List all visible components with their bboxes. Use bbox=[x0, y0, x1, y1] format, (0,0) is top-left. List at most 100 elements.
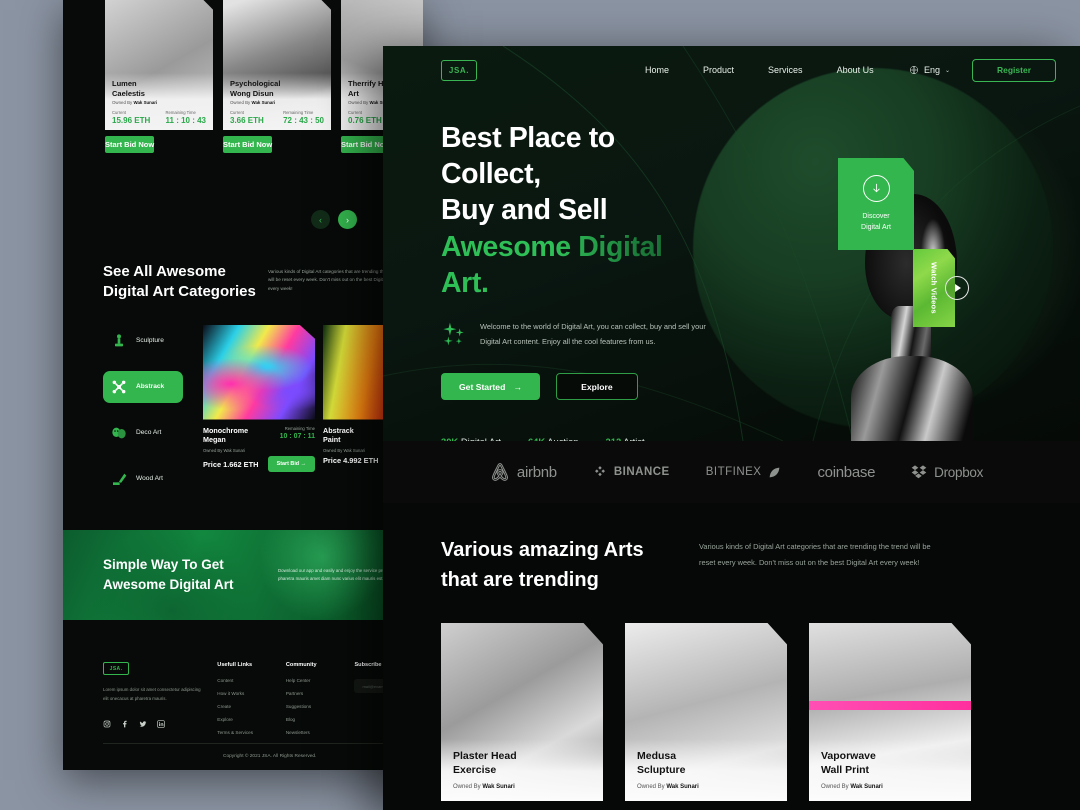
hero-title-line2: Buy and Sell bbox=[441, 194, 608, 227]
footer-link[interactable]: Suggestions bbox=[286, 704, 355, 709]
arrow-right-icon: → bbox=[513, 381, 522, 392]
twitter-icon[interactable] bbox=[139, 720, 147, 728]
category-item-abstrack[interactable]: Abstrack bbox=[103, 370, 183, 403]
facebook-icon[interactable] bbox=[121, 720, 129, 728]
category-item-wood-art[interactable]: Wood Art bbox=[103, 463, 183, 495]
auction-card-meta: Current 3.66 ETH Remaining Time 72 : 43 … bbox=[230, 110, 324, 125]
chevron-down-icon: ⌄ bbox=[944, 67, 950, 74]
art-card-row: Plaster Head Exercise Owned By Wak Sunari… bbox=[441, 623, 1080, 801]
vaporwave-band-decoration bbox=[809, 701, 971, 711]
gallery-card-image bbox=[203, 324, 315, 420]
nav-right: Eng ⌄ Register bbox=[909, 58, 1056, 82]
get-started-label: Get Started bbox=[459, 381, 506, 392]
categories-title: See All Awesome Digital Art Categories bbox=[103, 263, 256, 301]
footer-link[interactable]: Partners bbox=[286, 691, 355, 696]
sparkle-icon bbox=[441, 321, 467, 347]
auction-card[interactable]: Psychological Wong Disun Owned By Wak Sun… bbox=[223, 0, 331, 153]
categories-body: Sculpture Abstrack Deco Art Wood Art Mon… bbox=[63, 324, 423, 509]
footer-link[interactable]: Blog bbox=[286, 717, 355, 722]
art-card-image: Plaster Head Exercise Owned By Wak Sunari bbox=[441, 623, 603, 801]
footer-divider bbox=[103, 743, 423, 744]
masks-icon bbox=[111, 425, 127, 441]
art-card[interactable]: Medusa Sclupture Owned By Wak Sunari bbox=[625, 623, 787, 801]
auction-card-image: Lumen Caelestis Owned By Wak Sunari Curre… bbox=[105, 0, 213, 130]
language-selector[interactable]: Eng ⌄ bbox=[909, 65, 950, 75]
brand-binance[interactable]: BINANCE bbox=[593, 465, 670, 479]
brand-logo[interactable]: JSA. bbox=[441, 59, 477, 81]
category-label: Wood Art bbox=[136, 475, 163, 482]
background-window[interactable]: Lumen Caelestis Owned By Wak Sunari Curre… bbox=[63, 0, 423, 770]
start-bid-button[interactable]: Start Bid Now bbox=[105, 136, 155, 153]
art-card-owner: Owned By Wak Sunari bbox=[453, 784, 515, 790]
watch-videos-label: Watch Videos bbox=[929, 262, 939, 314]
register-button[interactable]: Register bbox=[972, 58, 1056, 82]
footer-column-heading: Community bbox=[285, 662, 317, 668]
art-card[interactable]: Vaporwave Wall Print Owned By Wak Sunari bbox=[809, 623, 971, 801]
footer-link[interactable]: Newsletters bbox=[286, 730, 355, 735]
brand-bitfinex[interactable]: BITFINEX bbox=[706, 466, 782, 479]
cta-title: Simple Way To Get Awesome Digital Art bbox=[103, 557, 234, 592]
category-item-deco-art[interactable]: Deco Art bbox=[103, 417, 183, 449]
brand-coinbase[interactable]: coinbase bbox=[817, 464, 875, 481]
carousel-controls: ‹ › bbox=[311, 210, 357, 229]
footer-link[interactable]: Create bbox=[217, 704, 286, 709]
airbnb-icon bbox=[491, 463, 508, 481]
start-bid-button[interactable]: Start Bid Now bbox=[223, 136, 273, 153]
footer-link[interactable]: Help Center bbox=[286, 678, 355, 683]
category-item-sculpture[interactable]: Sculpture bbox=[103, 325, 183, 357]
stat-digital-art: 30K Digital Art bbox=[441, 436, 501, 441]
nav-item-about-us[interactable]: About Us bbox=[837, 65, 874, 75]
trending-description: Various kinds of Digital Art categories … bbox=[699, 542, 931, 567]
gallery-card-meta: Monochrome Megan Remaining Time 10 : 07 :… bbox=[203, 426, 315, 445]
art-card-overlay: Vaporwave Wall Print Owned By Wak Sunari bbox=[809, 738, 971, 801]
explore-button[interactable]: Explore bbox=[555, 373, 638, 401]
language-label: Eng bbox=[923, 65, 940, 75]
hero-title: Best Place to Collect, Buy and Sell Awes… bbox=[441, 120, 713, 301]
auction-card-remaining: Remaining Time 72 : 43 : 50 bbox=[283, 110, 324, 125]
carousel-prev-icon[interactable]: ‹ bbox=[311, 210, 330, 229]
foreground-window[interactable]: JSA. Home Product Services About Us Eng … bbox=[383, 46, 1080, 810]
footer-logo[interactable]: JSA. bbox=[103, 662, 129, 675]
gallery-card[interactable]: Monochrome Megan Remaining Time 10 : 07 :… bbox=[203, 324, 315, 509]
gallery-card-remaining: Remaining Time 10 : 07 : 11 bbox=[279, 425, 315, 440]
globe-icon bbox=[909, 66, 918, 74]
gallery-card-price: Price 4.992 ETH bbox=[323, 456, 379, 466]
binance-icon bbox=[594, 466, 605, 477]
get-started-button[interactable]: Get Started → bbox=[441, 373, 540, 401]
footer-link[interactable]: Terms & Services bbox=[217, 730, 286, 735]
auction-card-current: Current 0.76 ETH bbox=[348, 110, 382, 125]
footer-link[interactable]: Explore bbox=[217, 717, 286, 722]
discover-digital-art-tile[interactable]: Discover Digital Art bbox=[838, 158, 914, 250]
abstract-icon bbox=[111, 379, 127, 395]
art-card-overlay: Medusa Sclupture Owned By Wak Sunari bbox=[625, 738, 787, 801]
footer-link[interactable]: Content bbox=[217, 678, 286, 683]
carousel-next-icon[interactable]: › bbox=[338, 210, 357, 229]
gallery-card-title: Monochrome Megan bbox=[203, 425, 249, 444]
auction-card[interactable]: Lumen Caelestis Owned By Wak Sunari Curre… bbox=[105, 0, 213, 153]
art-card-image: Vaporwave Wall Print Owned By Wak Sunari bbox=[809, 623, 971, 801]
category-label: Abstrack bbox=[136, 383, 165, 390]
nav-item-product[interactable]: Product bbox=[703, 65, 734, 75]
download-arrow-icon bbox=[862, 174, 890, 202]
nav-item-services[interactable]: Services bbox=[768, 65, 803, 75]
stat-artist: 212 Artist bbox=[606, 436, 645, 441]
auction-card-image: Psychological Wong Disun Owned By Wak Sun… bbox=[223, 0, 331, 130]
brand-name: BINANCE bbox=[613, 466, 670, 478]
brand-airbnb[interactable]: airbnb bbox=[490, 462, 557, 482]
instagram-icon[interactable] bbox=[103, 720, 111, 728]
gallery-card-bottom: Price 1.662 ETH Start Bid → bbox=[203, 456, 315, 473]
auction-card-row: Lumen Caelestis Owned By Wak Sunari Curre… bbox=[105, 0, 423, 153]
linkedin-icon[interactable] bbox=[157, 719, 165, 728]
auction-card-title: Psychological Wong Disun bbox=[230, 79, 281, 98]
hero-section: JSA. Home Product Services About Us Eng … bbox=[383, 46, 1080, 441]
brand-name: BITFINEX bbox=[705, 466, 762, 478]
footer-link[interactable]: How it Works bbox=[217, 691, 286, 696]
start-bid-button[interactable]: Start Bid → bbox=[267, 456, 315, 473]
brand-dropbox[interactable]: Dropbox bbox=[911, 464, 983, 480]
hero-description: Welcome to the world of Digital Art, you… bbox=[480, 321, 706, 347]
auction-card-meta: Current 15.96 ETH Remaining Time 11 : 10… bbox=[112, 110, 206, 125]
footer-column-usefull-links: Usefull Links Content How it Works Creat… bbox=[217, 662, 286, 743]
art-card[interactable]: Plaster Head Exercise Owned By Wak Sunari bbox=[441, 623, 603, 801]
play-icon[interactable] bbox=[945, 276, 969, 300]
nav-item-home[interactable]: Home bbox=[645, 65, 669, 75]
